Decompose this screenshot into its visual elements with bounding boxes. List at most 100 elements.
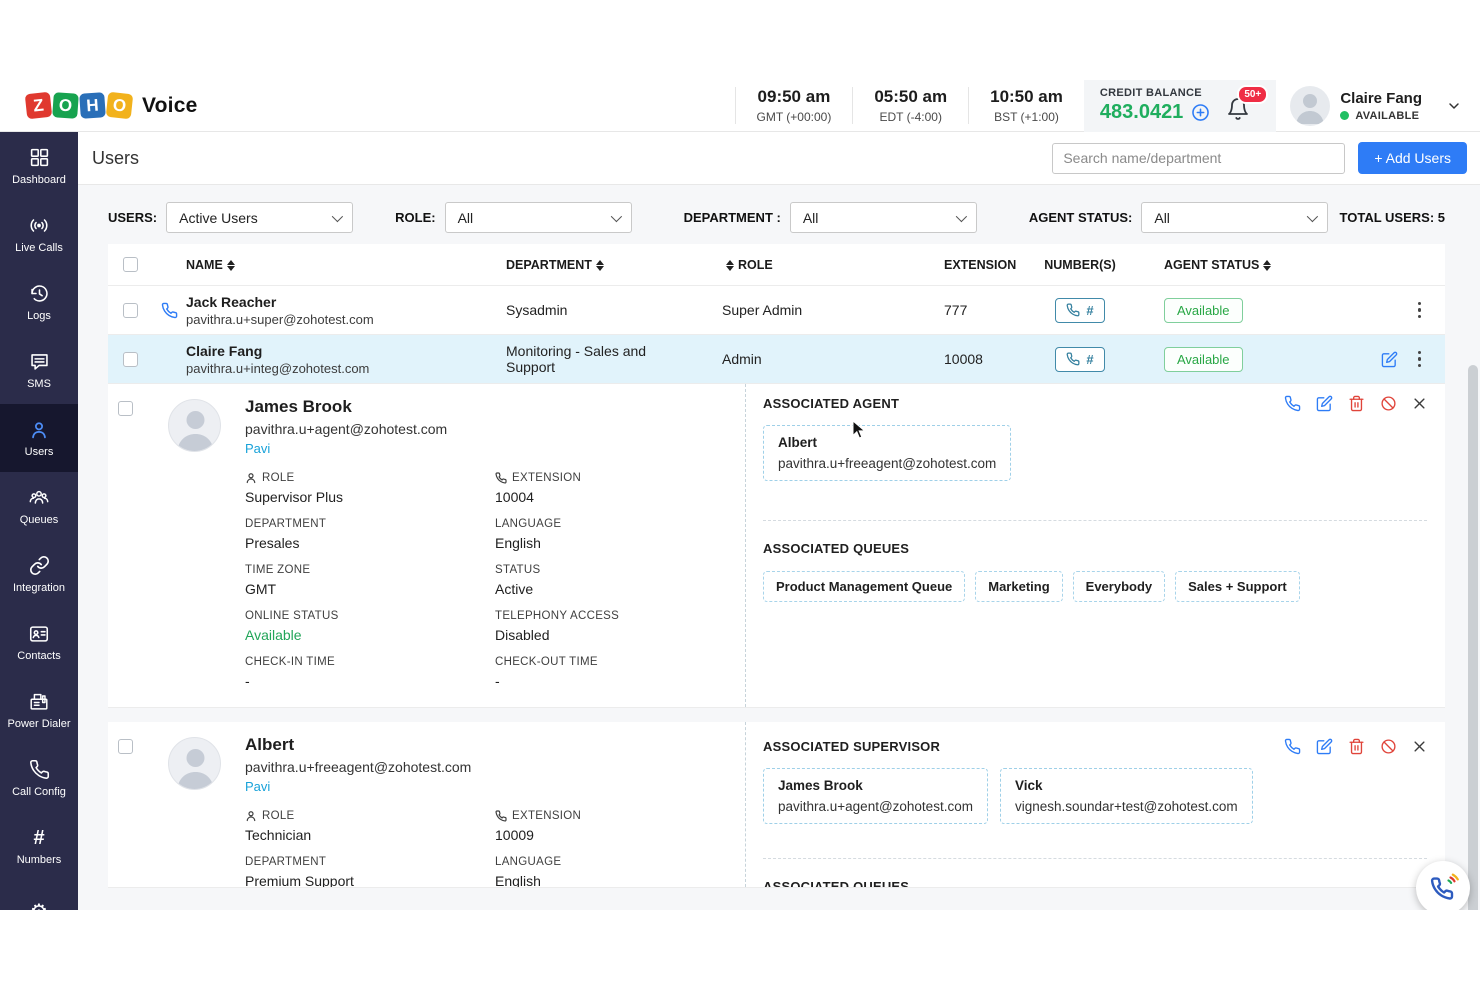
queue-chip[interactable]: Marketing: [975, 571, 1062, 602]
clock-bst: 10:50 am BST (+1:00): [968, 87, 1084, 124]
vertical-scrollbar[interactable]: [1468, 365, 1478, 910]
call-user-icon[interactable]: [152, 302, 186, 319]
field-value: -: [495, 673, 735, 689]
phone-icon: [1066, 352, 1080, 366]
department-filter-label: DEPARTMENT :: [684, 210, 781, 225]
block-icon[interactable]: [1380, 395, 1397, 412]
user-email: pavithra.u+super@zohotest.com: [186, 312, 474, 327]
avatar: [168, 737, 221, 790]
field-label-role: ROLE: [245, 810, 495, 822]
org-link[interactable]: Pavi: [245, 779, 740, 794]
sidebar-item-numbers[interactable]: # Numbers: [0, 812, 78, 880]
sidebar-item-dashboard[interactable]: Dashboard: [0, 132, 78, 200]
user-profile-menu[interactable]: Claire Fang AVAILABLE: [1276, 86, 1480, 126]
sidebar-item-settings[interactable]: ⚙: [0, 880, 78, 910]
user-fields: ROLE Supervisor Plus EXTENSION 1: [245, 472, 740, 689]
delete-icon[interactable]: [1348, 395, 1365, 412]
sidebar-item-sms[interactable]: SMS: [0, 336, 78, 404]
sidebar-item-queues[interactable]: Queues: [0, 472, 78, 540]
sidebar-item-users[interactable]: Users: [0, 404, 78, 472]
sidebar-item-logs[interactable]: Logs: [0, 268, 78, 336]
profile-name: Claire Fang: [1340, 90, 1422, 107]
close-icon[interactable]: [1412, 739, 1427, 754]
row-checkbox[interactable]: [118, 739, 133, 754]
role-filter-label: ROLE:: [395, 210, 435, 225]
associated-person-chip[interactable]: Vick vignesh.soundar+test@zohotest.com: [1000, 768, 1253, 824]
close-icon[interactable]: [1412, 396, 1427, 411]
users-filter-select[interactable]: Active Users: [166, 202, 353, 233]
sort-icon: [1263, 260, 1271, 271]
call-icon[interactable]: [1284, 738, 1301, 755]
field-label: CHECK-IN TIME: [245, 656, 495, 668]
numbers-icon: #: [28, 827, 50, 849]
user-fields: ROLE Technician EXTENSION 10009: [245, 810, 740, 888]
numbers-button[interactable]: #: [1055, 298, 1104, 323]
add-users-button[interactable]: + Add Users: [1358, 142, 1467, 174]
block-icon[interactable]: [1380, 738, 1397, 755]
column-header-agent-status[interactable]: AGENT STATUS: [1136, 258, 1316, 272]
section-divider: [763, 520, 1427, 521]
sidebar-item-label: SMS: [27, 378, 51, 390]
sidebar-item-label: Queues: [20, 514, 59, 526]
call-icon[interactable]: [1284, 395, 1301, 412]
notifications-button[interactable]: 50+: [1226, 89, 1256, 123]
department-filter-select[interactable]: All: [790, 202, 977, 233]
associated-person-chip[interactable]: Albert pavithra.u+freeagent@zohotest.com: [763, 425, 1011, 481]
sidebar-item-live-calls[interactable]: Live Calls: [0, 200, 78, 268]
sidebar-item-power-dialer[interactable]: Power Dialer: [0, 676, 78, 744]
queue-chip[interactable]: Everybody: [1073, 571, 1165, 602]
dialer-fab-button[interactable]: [1416, 861, 1470, 910]
table-row[interactable]: Jack Reacher pavithra.u+super@zohotest.c…: [108, 286, 1445, 335]
sidebar-item-call-config[interactable]: Call Config: [0, 744, 78, 812]
field-value: -: [245, 673, 495, 689]
user-detail-card: Albert pavithra.u+freeagent@zohotest.com…: [108, 722, 1445, 888]
select-all-checkbox[interactable]: [123, 257, 138, 272]
field-label: TELEPHONY ACCESS: [495, 610, 735, 622]
associated-person-chip[interactable]: James Brook pavithra.u+agent@zohotest.co…: [763, 768, 988, 824]
agent-status-filter-select[interactable]: All: [1141, 202, 1328, 233]
org-link[interactable]: Pavi: [245, 441, 740, 456]
sort-icon: [596, 260, 604, 271]
role-filter-select[interactable]: All: [445, 202, 632, 233]
column-header-department[interactable]: DEPARTMENT: [474, 258, 694, 272]
edit-icon[interactable]: [1316, 738, 1333, 755]
clock-zone: GMT (+00:00): [757, 110, 832, 124]
row-menu-icon[interactable]: [1416, 300, 1424, 321]
row-checkbox[interactable]: [123, 352, 138, 367]
sidebar-item-label: Integration: [13, 582, 65, 594]
search-input[interactable]: [1052, 143, 1345, 174]
person-email: vignesh.soundar+test@zohotest.com: [1015, 799, 1238, 814]
sidebar-item-integration[interactable]: Integration: [0, 540, 78, 608]
colorful-phone-icon: [1426, 871, 1460, 905]
column-header-name[interactable]: NAME: [186, 258, 474, 272]
row-checkbox[interactable]: [118, 401, 133, 416]
delete-icon[interactable]: [1348, 738, 1365, 755]
role-filter-value: All: [458, 210, 474, 226]
contacts-icon: [28, 623, 50, 645]
clock-time: 09:50 am: [757, 87, 832, 107]
clock-zone: BST (+1:00): [990, 110, 1063, 124]
numbers-button[interactable]: #: [1055, 347, 1104, 372]
table-row[interactable]: Claire Fang pavithra.u+integ@zohotest.co…: [108, 335, 1445, 384]
chevron-down-icon: [1446, 98, 1462, 114]
queue-chip[interactable]: Sales + Support: [1175, 571, 1300, 602]
add-credit-icon[interactable]: [1191, 103, 1210, 122]
column-header-role[interactable]: ROLE: [694, 258, 914, 272]
row-checkbox[interactable]: [123, 303, 138, 318]
sidebar-item-contacts[interactable]: Contacts: [0, 608, 78, 676]
queue-chip[interactable]: Product Management Queue: [763, 571, 965, 602]
edit-icon[interactable]: [1316, 395, 1333, 412]
chevron-down-icon: [956, 210, 967, 221]
chevron-down-icon: [1307, 210, 1318, 221]
field-value: 10004: [495, 489, 735, 505]
field-label: STATUS: [495, 564, 735, 576]
column-header-extension: EXTENSION: [914, 258, 1024, 272]
associated-section: ASSOCIATED SUPERVISOR: [745, 722, 1445, 887]
agent-status-badge: Available: [1164, 347, 1243, 372]
row-menu-icon[interactable]: [1416, 349, 1424, 370]
settings-icon: ⚙: [28, 901, 50, 911]
sidebar-item-label: Logs: [27, 310, 51, 322]
clock-gmt: 09:50 am GMT (+00:00): [735, 87, 853, 124]
edit-user-icon[interactable]: [1381, 351, 1398, 368]
field-label: LANGUAGE: [495, 856, 735, 868]
